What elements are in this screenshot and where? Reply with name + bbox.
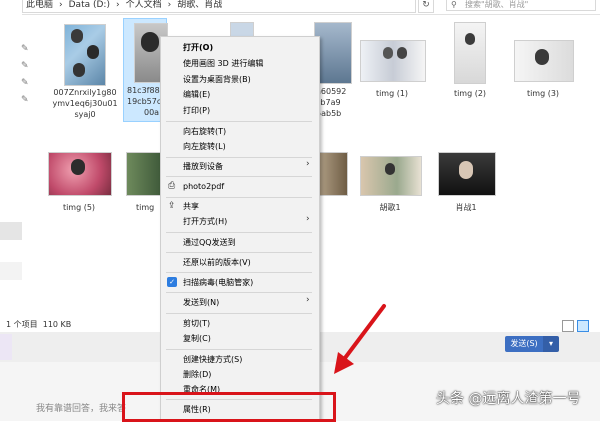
- file-item[interactable]: timg (2): [442, 22, 498, 102]
- menu-item-rotate-left[interactable]: 向左旋转(L): [183, 141, 226, 153]
- breadcrumb-separator: ›: [115, 0, 120, 10]
- file-item[interactable]: timg (5): [48, 152, 112, 214]
- reply-hint[interactable]: 我有靠谱回答，我来答: [36, 401, 126, 414]
- menu-item-create-shortcut[interactable]: 创建快捷方式(S): [183, 354, 242, 366]
- menu-item-send-to[interactable]: 发送到(N): [183, 297, 219, 309]
- send-dropdown-icon[interactable]: ▾: [543, 336, 559, 352]
- menu-item-share[interactable]: 共享: [183, 201, 199, 213]
- breadcrumb-drive[interactable]: Data (D:): [66, 0, 113, 10]
- image-thumbnail: [126, 152, 162, 196]
- menu-separator: [166, 197, 312, 198]
- menu-separator: [166, 176, 312, 177]
- menu-item-virus-scan[interactable]: 扫描病毒(电脑管家): [183, 277, 253, 289]
- menu-item-edit[interactable]: 编辑(E): [183, 89, 210, 101]
- file-name: ymv1eq6j30u01: [52, 99, 118, 108]
- status-text: 1 个项目 110 KB: [6, 319, 71, 330]
- file-item[interactable]: 肖战1: [436, 152, 496, 214]
- menu-separator: [166, 292, 312, 293]
- nav-item[interactable]: [0, 262, 22, 280]
- menu-separator: [166, 252, 312, 253]
- image-thumbnail: [64, 24, 106, 86]
- search-input[interactable]: 搜索"胡歌、肖战": [446, 0, 596, 11]
- navigation-pane: [0, 14, 22, 336]
- menu-item-cast[interactable]: 播放到设备: [183, 161, 223, 173]
- chat-accent-bar: [0, 334, 12, 360]
- menu-separator: [166, 157, 312, 158]
- image-thumbnail: [438, 152, 496, 196]
- menu-item-cut[interactable]: 剪切(T): [183, 318, 210, 330]
- menu-separator: [166, 349, 312, 350]
- file-name: 胡歌1: [379, 203, 401, 212]
- address-bar[interactable]: 此电脑 › Data (D:) › 个人文档 › 胡歌、肖战: [22, 0, 416, 13]
- file-item[interactable]: 007Znrxily1g80 ymv1eq6j30u01 syaj0: [50, 24, 120, 122]
- image-thumbnail: [360, 40, 426, 82]
- submenu-arrow-icon: ›: [306, 295, 310, 305]
- image-thumbnail: [316, 152, 348, 196]
- menu-separator: [166, 272, 312, 273]
- file-name: timg (5): [62, 203, 96, 212]
- image-thumbnail: [454, 22, 486, 84]
- menu-item-send-qq[interactable]: 通过QQ发送到: [183, 237, 236, 249]
- send-button[interactable]: 发送(S): [505, 336, 543, 352]
- file-item[interactable]: a60592 cb7a9 5ab5b: [314, 20, 354, 120]
- file-name: 007Znrxily1g80: [53, 88, 117, 97]
- watermark: 头条 @远离人渣第一号: [436, 391, 581, 407]
- refresh-icon[interactable]: ↻: [418, 0, 434, 13]
- search-icon: ⚲: [451, 0, 457, 9]
- breadcrumb-docs[interactable]: 个人文档: [123, 0, 165, 10]
- menu-item-edit-paint3d[interactable]: 使用画图 3D 进行编辑: [183, 58, 263, 70]
- file-name: syaj0: [74, 110, 96, 119]
- breadcrumb-separator: ›: [59, 0, 63, 10]
- large-icons-view-icon[interactable]: [577, 320, 589, 332]
- file-item[interactable]: timg (3): [514, 40, 574, 102]
- file-name: timg (3): [526, 89, 560, 98]
- shield-icon: ✓: [167, 277, 177, 287]
- breadcrumb-folder[interactable]: 胡歌、肖战: [174, 0, 225, 10]
- menu-separator: [166, 313, 312, 314]
- menu-item-rotate-right[interactable]: 向右旋转(T): [183, 126, 226, 138]
- menu-item-open[interactable]: 打开(O): [183, 42, 213, 54]
- details-view-icon[interactable]: [562, 320, 574, 332]
- file-name: timg (1): [375, 89, 409, 98]
- share-icon: ⇪: [168, 201, 176, 211]
- red-arrow-icon: [334, 304, 386, 374]
- file-item[interactable]: 胡歌1: [360, 156, 422, 214]
- breadcrumb-separator: ›: [167, 0, 172, 10]
- nav-item-selected[interactable]: [0, 222, 22, 240]
- highlight-box: [122, 392, 336, 422]
- image-thumbnail: [514, 40, 574, 82]
- pin-icon: ✎: [21, 44, 29, 54]
- pin-icon: ✎: [21, 61, 29, 71]
- item-count: 1 个项目: [6, 320, 38, 329]
- file-name: a60592: [316, 87, 347, 96]
- image-thumbnail: [48, 152, 112, 196]
- submenu-arrow-icon: ›: [306, 159, 310, 169]
- submenu-arrow-icon: ›: [306, 214, 310, 224]
- file-item[interactable]: timg: [126, 152, 162, 214]
- pin-icon: ✎: [21, 95, 29, 105]
- item-size: 110 KB: [42, 320, 72, 329]
- menu-item-open-with[interactable]: 打开方式(H): [183, 216, 227, 228]
- menu-separator: [166, 232, 312, 233]
- menu-item-photo2pdf[interactable]: photo2pdf: [183, 181, 224, 193]
- breadcrumb-this-pc[interactable]: 此电脑: [23, 0, 56, 10]
- pdf-icon: ⎙: [168, 181, 176, 191]
- menu-item-delete[interactable]: 删除(D): [183, 369, 211, 381]
- pin-icon: ✎: [21, 78, 29, 88]
- file-name: timg (2): [453, 89, 487, 98]
- menu-item-copy[interactable]: 复制(C): [183, 333, 211, 345]
- file-item[interactable]: timg (1): [360, 40, 426, 102]
- file-name: 肖战1: [455, 203, 477, 212]
- image-thumbnail: [360, 156, 422, 196]
- file-name: timg: [136, 203, 155, 212]
- menu-item-print[interactable]: 打印(P): [183, 105, 210, 117]
- menu-item-set-wallpaper[interactable]: 设置为桌面背景(B): [183, 74, 251, 86]
- menu-item-restore-versions[interactable]: 还原以前的版本(V): [183, 257, 251, 269]
- menu-separator: [166, 121, 312, 122]
